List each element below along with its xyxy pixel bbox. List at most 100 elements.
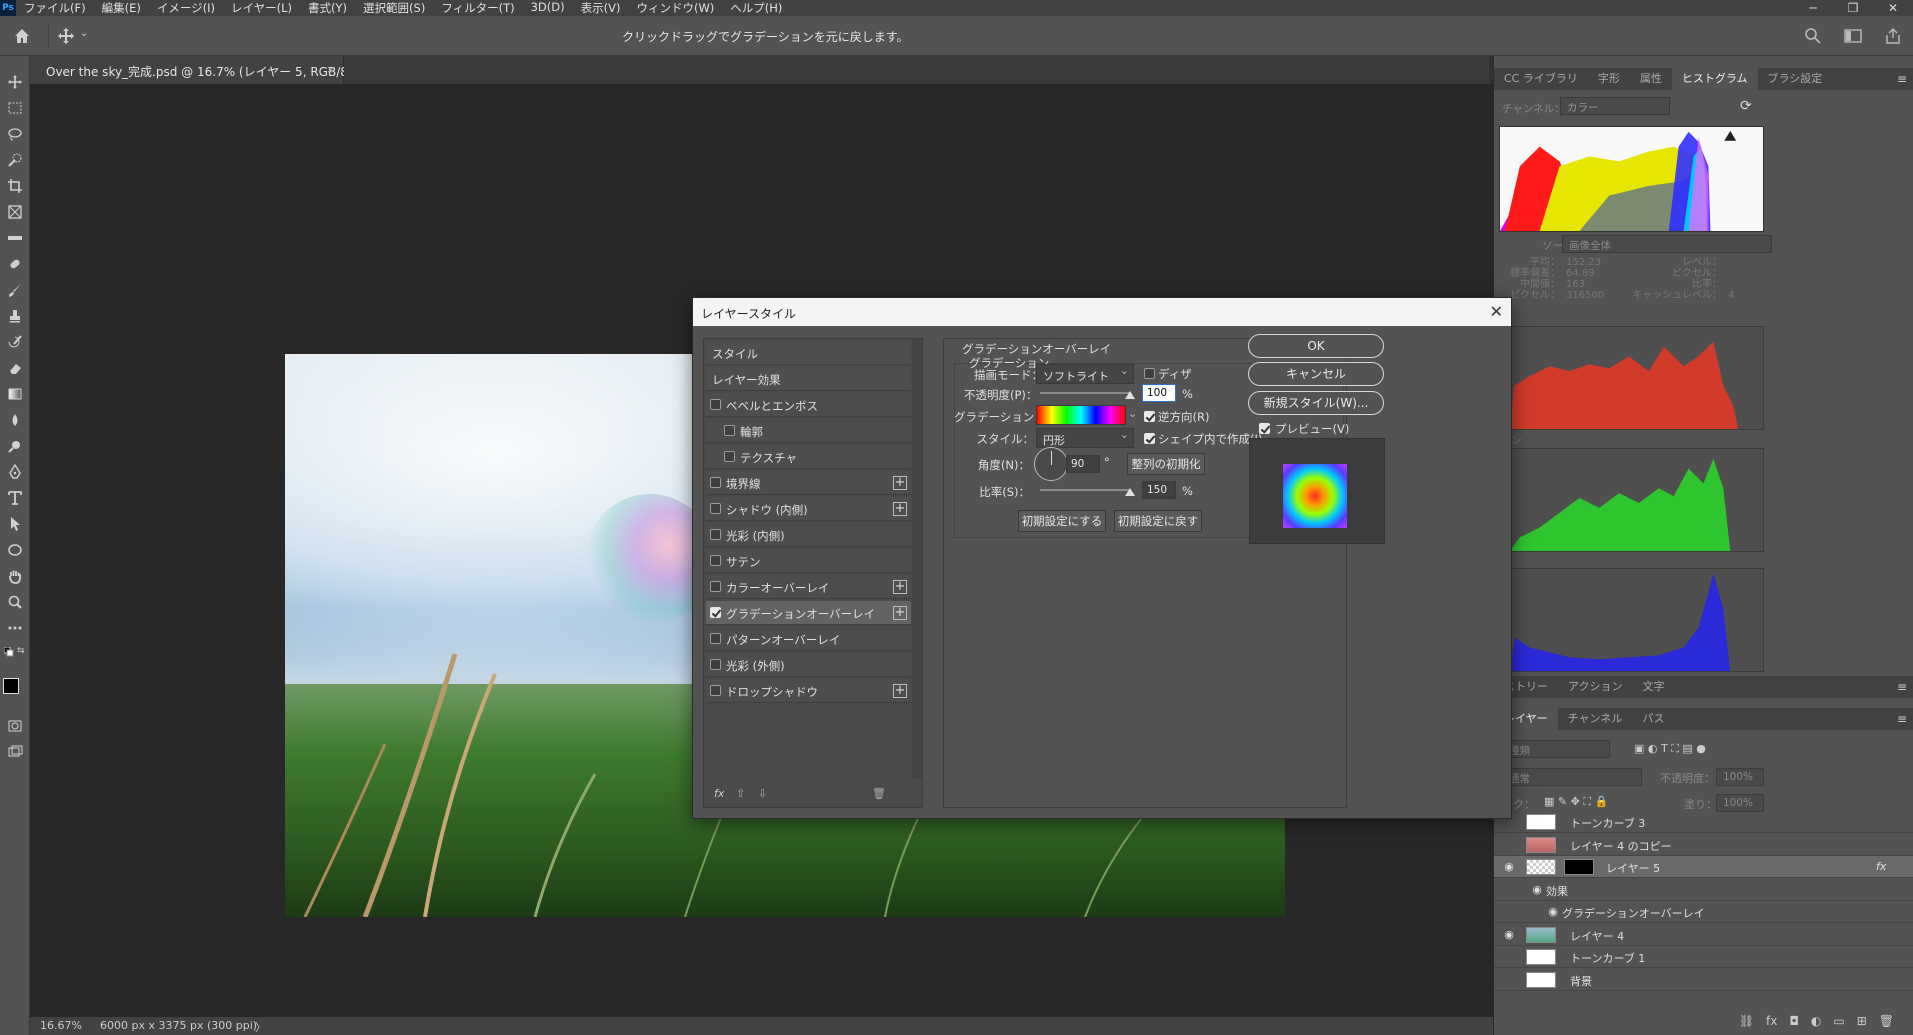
minimize-button[interactable]: ─ — [1793, 0, 1833, 16]
ok-button[interactable]: OK — [1248, 334, 1384, 358]
blend-mode-select[interactable]: ソフトライト — [1036, 364, 1134, 384]
screen-mode-icon[interactable] — [5, 742, 25, 762]
healing-brush-tool-icon[interactable] — [5, 254, 25, 274]
frame-tool-icon[interactable] — [5, 202, 25, 222]
fill-field[interactable]: 100% — [1716, 794, 1764, 812]
layers-action-icon[interactable]: ◘ — [1789, 1014, 1799, 1028]
panel-tab[interactable]: パス — [1632, 708, 1674, 730]
style-item[interactable]: ドロップシャドウ + — [706, 679, 911, 703]
menu-item[interactable]: 選択範囲(S) — [355, 0, 433, 16]
layer-row[interactable]: ◉ 効果 — [1494, 879, 1913, 901]
new-style-button[interactable]: 新規スタイル(W)... — [1248, 391, 1384, 415]
add-effect-icon[interactable]: + — [893, 606, 907, 620]
ellipse-tool-icon[interactable] — [5, 540, 25, 560]
marquee-tool-icon[interactable] — [5, 98, 25, 118]
panel-tab[interactable]: ブラシ設定 — [1758, 68, 1833, 90]
opacity-field[interactable]: 100% — [1716, 768, 1764, 786]
dither-checkbox[interactable] — [1144, 368, 1155, 379]
make-default-button[interactable]: 初期設定にする — [1018, 510, 1106, 532]
style-checkbox[interactable] — [710, 685, 721, 696]
menu-item[interactable]: ヘルプ(H) — [722, 0, 790, 16]
type-tool-icon[interactable] — [5, 488, 25, 508]
style-item[interactable]: 光彩 (内側) — [706, 523, 911, 547]
eye-icon[interactable]: ◉ — [1502, 860, 1516, 874]
close-icon[interactable]: × — [326, 63, 335, 76]
layer-filter-icons[interactable]: ▣ ◐ T ⛶ ▤ ● — [1634, 742, 1706, 756]
pen-tool-icon[interactable] — [5, 462, 25, 482]
home-icon[interactable] — [12, 26, 32, 46]
stamp-tool-icon[interactable] — [5, 306, 25, 326]
gradient-tool-icon[interactable] — [5, 384, 25, 404]
menu-item[interactable]: ウィンドウ(W) — [628, 0, 722, 16]
eye-icon[interactable] — [1502, 973, 1516, 987]
style-item[interactable]: 光彩 (外側) — [706, 653, 911, 677]
add-effect-icon[interactable]: + — [893, 502, 907, 516]
tool-preset-dropdown-icon[interactable]: ⌄ — [80, 28, 88, 39]
opacity-slider-thumb[interactable] — [1125, 391, 1135, 399]
style-item[interactable]: シャドウ (内側) + — [706, 497, 911, 521]
style-checkbox[interactable] — [710, 607, 721, 618]
eraser-tool-icon[interactable] — [5, 358, 25, 378]
menu-item[interactable]: イメージ(I) — [149, 0, 223, 16]
reset-alignment-button[interactable]: 整列の初期化 — [1127, 453, 1205, 475]
style-checkbox[interactable] — [710, 633, 721, 644]
menu-item[interactable]: 表示(V) — [573, 0, 629, 16]
dodge-tool-icon[interactable] — [5, 436, 25, 456]
zoom-tool-icon[interactable] — [5, 592, 25, 612]
blend-mode-select[interactable]: 通常 — [1502, 768, 1642, 786]
preview-checkbox[interactable] — [1259, 423, 1270, 434]
panel-tab[interactable]: チャンネル — [1558, 708, 1633, 730]
lock-icons[interactable]: ▦ ✎ ✥ ⛶ 🔒 — [1544, 795, 1608, 809]
style-checkbox[interactable] — [710, 581, 721, 592]
histogram-channel-select[interactable]: カラー — [1560, 97, 1670, 115]
style-item[interactable]: ベベルとエンボス — [706, 393, 911, 417]
reset-default-button[interactable]: 初期設定に戻す — [1114, 510, 1202, 532]
menu-item[interactable]: フィルター(T) — [433, 0, 522, 16]
style-checkbox[interactable] — [710, 503, 721, 514]
style-checkbox[interactable] — [710, 529, 721, 540]
scale-slider[interactable] — [1040, 489, 1130, 491]
panel-tab[interactable]: CC ライブラリ — [1494, 68, 1588, 90]
add-effect-icon[interactable]: + — [893, 684, 907, 698]
refresh-icon[interactable]: ⟳ — [1740, 98, 1752, 114]
gradient-swatch[interactable] — [1036, 405, 1126, 425]
eye-icon[interactable] — [1502, 950, 1516, 964]
scale-input[interactable]: 150 — [1142, 481, 1176, 499]
eye-icon[interactable] — [1502, 838, 1516, 852]
style-item[interactable]: 境界線 + — [706, 471, 911, 495]
menu-item[interactable]: 3D(D) — [523, 0, 573, 16]
cancel-button[interactable]: キャンセル — [1248, 362, 1384, 386]
quick-select-tool-icon[interactable] — [5, 150, 25, 170]
align-with-layer-checkbox[interactable] — [1144, 433, 1155, 444]
reverse-checkbox[interactable] — [1144, 411, 1155, 422]
layer-row[interactable]: ◉ レイヤー 5 fx — [1494, 856, 1913, 878]
menu-item[interactable]: レイヤー(L) — [223, 0, 300, 16]
style-checkbox[interactable] — [724, 425, 735, 436]
angle-dial[interactable] — [1034, 447, 1068, 481]
layers-action-icon[interactable]: ◐ — [1811, 1014, 1821, 1028]
close-icon[interactable]: ✕ — [1490, 302, 1503, 321]
menu-item[interactable]: 編集(E) — [94, 0, 149, 16]
eye-icon[interactable]: ◉ — [1546, 905, 1560, 919]
hand-tool-icon[interactable] — [5, 566, 25, 586]
panel-menu-icon[interactable]: ≡ — [1897, 72, 1907, 86]
style-item[interactable]: パターンオーバーレイ — [706, 627, 911, 651]
style-checkbox[interactable] — [710, 399, 721, 410]
style-checkbox[interactable] — [710, 477, 721, 488]
menu-item[interactable]: 書式(Y) — [300, 0, 355, 16]
layers-action-icon[interactable]: ⛓ — [1739, 1014, 1754, 1028]
share-icon[interactable] — [1883, 26, 1903, 46]
style-item[interactable]: テクスチャ — [706, 445, 911, 469]
panel-tab[interactable]: ヒストグラム — [1671, 68, 1758, 90]
panel-tab[interactable]: 文字 — [1632, 676, 1674, 698]
close-window-button[interactable]: ✕ — [1873, 0, 1913, 16]
layers-action-icon[interactable]: ⊞ — [1857, 1014, 1867, 1028]
layer-row[interactable]: レイヤー 4 のコピー — [1494, 834, 1913, 856]
quick-mask-icon[interactable] — [5, 716, 25, 736]
default-colors-icon[interactable] — [3, 646, 14, 657]
style-item[interactable]: グラデーションオーバーレイ + — [706, 601, 911, 625]
panel-menu-icon[interactable]: ≡ — [1897, 680, 1907, 694]
opacity-slider[interactable] — [1040, 392, 1130, 394]
brush-tool-icon[interactable] — [5, 280, 25, 300]
eye-icon[interactable]: ◉ — [1502, 928, 1516, 942]
